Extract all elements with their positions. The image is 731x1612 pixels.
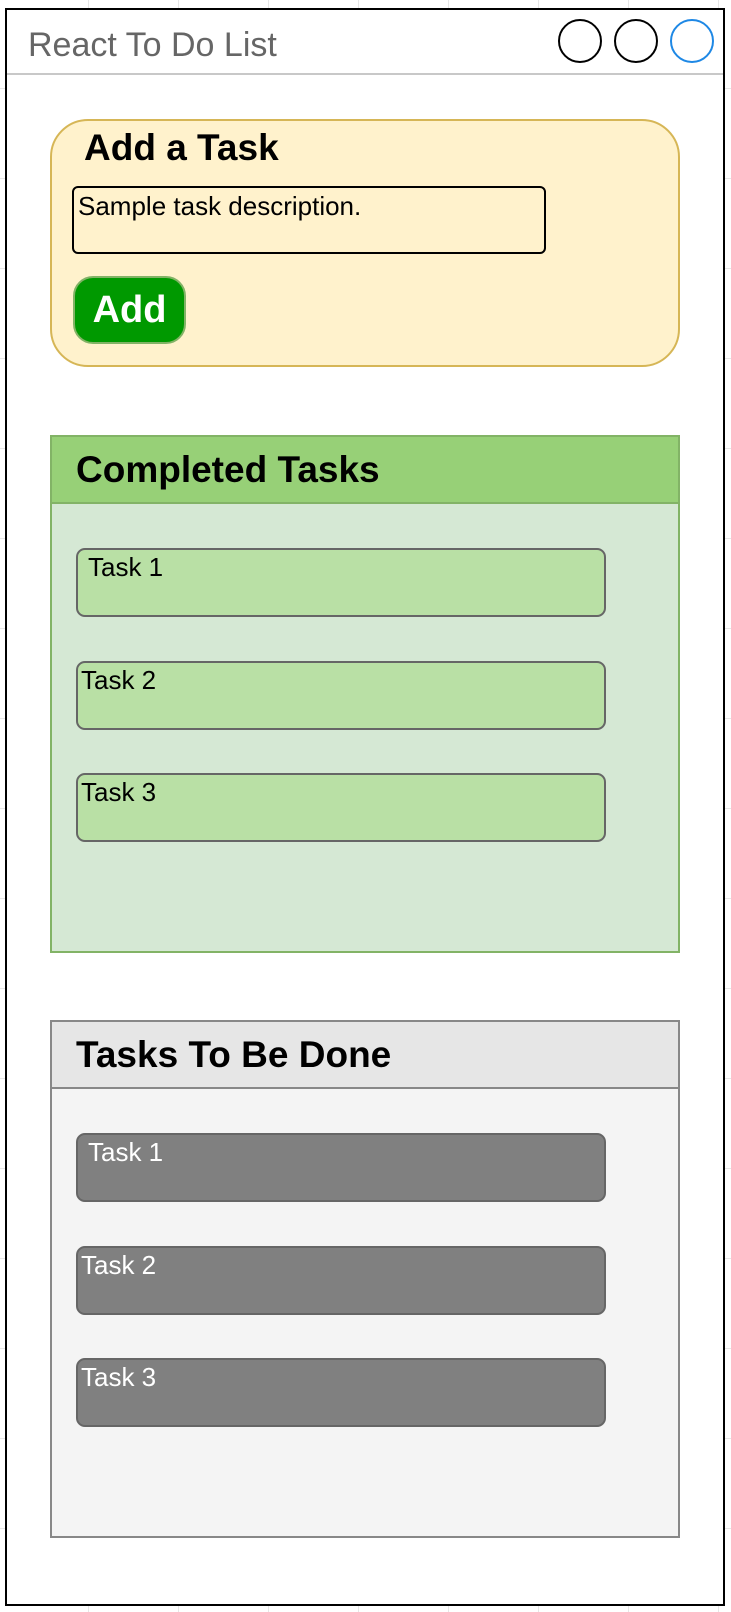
add-task-panel: Add a Task Sample task description. Add <box>50 119 680 367</box>
todo-task-item[interactable]: Task 1 <box>76 1133 606 1202</box>
task-label: Task 1 <box>88 1137 164 1167</box>
add-button[interactable]: Add <box>73 276 186 344</box>
task-label: Task 3 <box>81 1362 157 1392</box>
app-window: React To Do List Add a Task Sample task … <box>5 8 725 1606</box>
task-label: Task 2 <box>81 665 157 695</box>
task-label: Task 3 <box>81 777 157 807</box>
completed-tasks-title: Completed Tasks <box>76 449 380 490</box>
todo-task-item[interactable]: Task 3 <box>76 1358 606 1427</box>
todo-tasks-title: Tasks To Be Done <box>76 1034 392 1075</box>
todo-tasks-header: Tasks To Be Done <box>52 1022 678 1089</box>
app-title: React To Do List <box>28 26 277 64</box>
todo-tasks-section: Tasks To Be Done Task 1 Task 2 Task 3 <box>50 1020 680 1538</box>
completed-tasks-header: Completed Tasks <box>52 437 678 504</box>
title-bar: React To Do List <box>7 10 723 75</box>
window-control-3[interactable] <box>670 19 714 63</box>
window-control-1[interactable] <box>558 19 602 63</box>
completed-task-item[interactable]: Task 2 <box>76 661 606 730</box>
todo-task-item[interactable]: Task 2 <box>76 1246 606 1315</box>
task-label: Task 1 <box>88 552 164 582</box>
task-description-input[interactable]: Sample task description. <box>72 186 546 254</box>
window-control-2[interactable] <box>614 19 658 63</box>
task-label: Task 2 <box>81 1250 157 1280</box>
completed-task-item[interactable]: Task 1 <box>76 548 606 617</box>
completed-task-item[interactable]: Task 3 <box>76 773 606 842</box>
completed-tasks-section: Completed Tasks Task 1 Task 2 Task 3 <box>50 435 680 953</box>
add-task-heading: Add a Task <box>84 127 279 168</box>
